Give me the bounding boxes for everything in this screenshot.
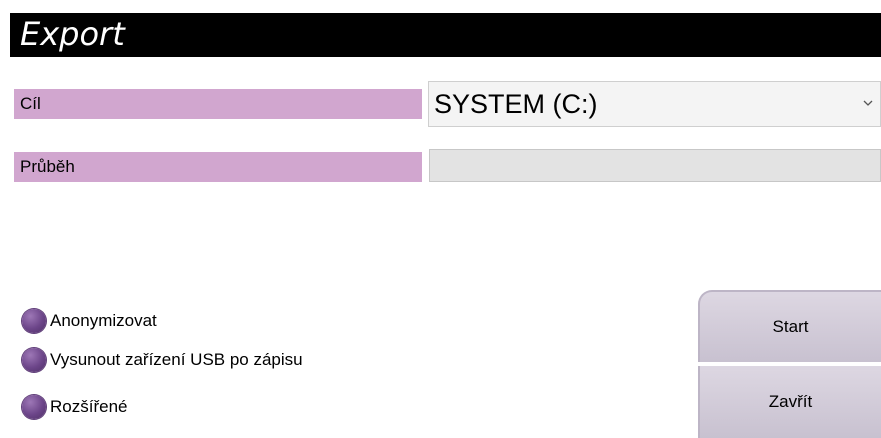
target-dropdown[interactable]: SYSTEM (C:) <box>428 81 881 127</box>
option-anonymize[interactable]: Anonymizovat <box>22 307 157 335</box>
option-anonymize-label: Anonymizovat <box>50 311 157 330</box>
radio-button-icon[interactable] <box>22 395 46 419</box>
progress-label: Průběh <box>14 152 422 182</box>
dialog-title: Export <box>20 15 125 53</box>
start-button[interactable]: Start <box>698 290 881 362</box>
title-bar: Export <box>10 13 881 57</box>
radio-button-icon[interactable] <box>22 348 46 372</box>
option-eject-usb-label: Vysunout zařízení USB po zápisu <box>50 350 303 369</box>
progress-bar <box>429 149 881 182</box>
target-dropdown-value: SYSTEM (C:) <box>434 89 598 119</box>
radio-button-icon[interactable] <box>22 309 46 333</box>
chevron-down-icon <box>863 100 873 106</box>
close-button[interactable]: Zavřít <box>698 366 881 438</box>
target-label: Cíl <box>14 89 422 119</box>
option-eject-usb[interactable]: Vysunout zařízení USB po zápisu <box>22 346 303 374</box>
option-advanced-label: Rozšířené <box>50 397 128 416</box>
option-advanced[interactable]: Rozšířené <box>22 393 127 421</box>
